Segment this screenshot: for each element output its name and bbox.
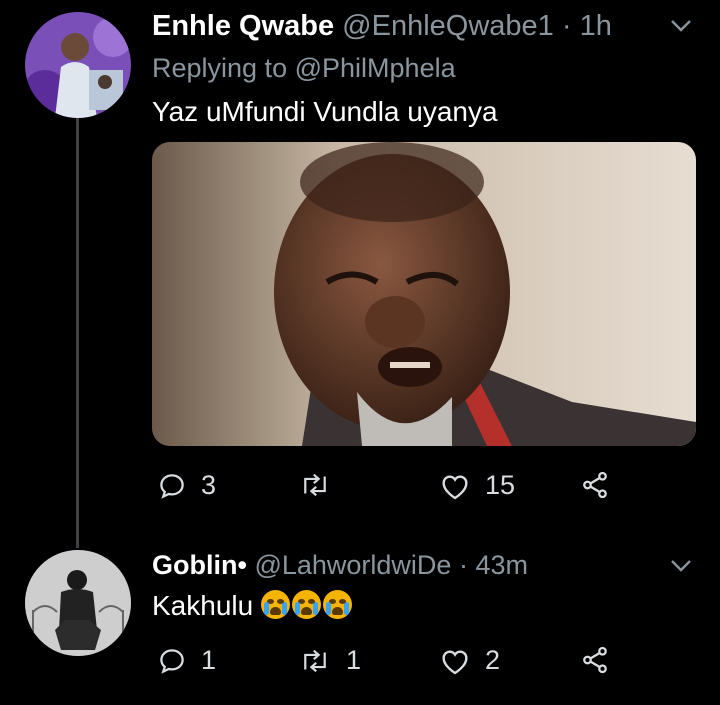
tweet1-header: Enhle Qwabe @EnhleQwabe1 · 1h [152, 10, 612, 43]
heart-icon [442, 474, 468, 499]
loudly-crying-face-icon [260, 590, 290, 619]
replying-to-label: Replying to [152, 53, 288, 83]
thread-connector-line [76, 118, 79, 548]
tweet1-reply-button[interactable]: 3 [157, 470, 216, 501]
tweet2-handle[interactable]: @LahworldwiDe [254, 550, 451, 580]
tweet2-retweet-button[interactable]: 1 [298, 645, 361, 676]
tweet2-text: Kakhulu [152, 590, 354, 622]
tweet2-display-name[interactable]: Goblin• [152, 550, 247, 580]
avatar-enhle[interactable] [25, 12, 131, 118]
tweet1-photo[interactable] [152, 142, 696, 446]
tweet1-separator: · [561, 10, 572, 42]
chevron-down-icon[interactable] [668, 12, 694, 38]
heart-icon [442, 649, 468, 674]
loudly-crying-face-icon [322, 590, 352, 619]
tweet2-reply-button[interactable]: 1 [157, 645, 216, 676]
tweet1-time[interactable]: 1h [580, 10, 612, 42]
tweet1-handle[interactable]: @EnhleQwabe1 [342, 10, 554, 42]
tweet2-share-button[interactable] [580, 645, 610, 675]
tweet2-text-content: Kakhulu [152, 590, 254, 621]
tweet1-text: Yaz uMfundi Vundla uyanya [152, 96, 498, 127]
share-icon [583, 471, 607, 499]
retweet-icon [304, 649, 326, 672]
tweet1-replying-to: Replying to @PhilMphela [152, 53, 456, 84]
reply-icon [160, 473, 184, 499]
tweet1-retweet-button[interactable] [298, 470, 346, 500]
tweet1-reply-count: 3 [201, 470, 217, 500]
tweet1-display-name[interactable]: Enhle Qwabe [152, 10, 334, 42]
retweet-icon [304, 473, 326, 497]
tweet2-like-button[interactable]: 2 [439, 645, 500, 676]
share-icon [583, 646, 607, 674]
tweet2-retweet-count: 1 [346, 645, 362, 675]
tweet2-separator: · [458, 550, 468, 580]
tweet2-reply-count: 1 [201, 645, 217, 675]
tweet2-like-count: 2 [485, 645, 501, 675]
loudly-crying-face-icon [291, 590, 321, 619]
chevron-down-icon[interactable] [668, 552, 694, 578]
tweet1-share-button[interactable] [580, 470, 610, 500]
avatar-goblin[interactable] [25, 550, 131, 656]
reply-icon [160, 648, 184, 674]
tweet1-like-count: 15 [485, 470, 516, 500]
tweet2-header: Goblin• @LahworldwiDe · 43m [152, 550, 528, 581]
replying-to-handle[interactable]: @PhilMphela [295, 53, 456, 83]
tweet2-time[interactable]: 43m [475, 550, 528, 580]
tweet1-like-button[interactable]: 15 [439, 470, 515, 501]
